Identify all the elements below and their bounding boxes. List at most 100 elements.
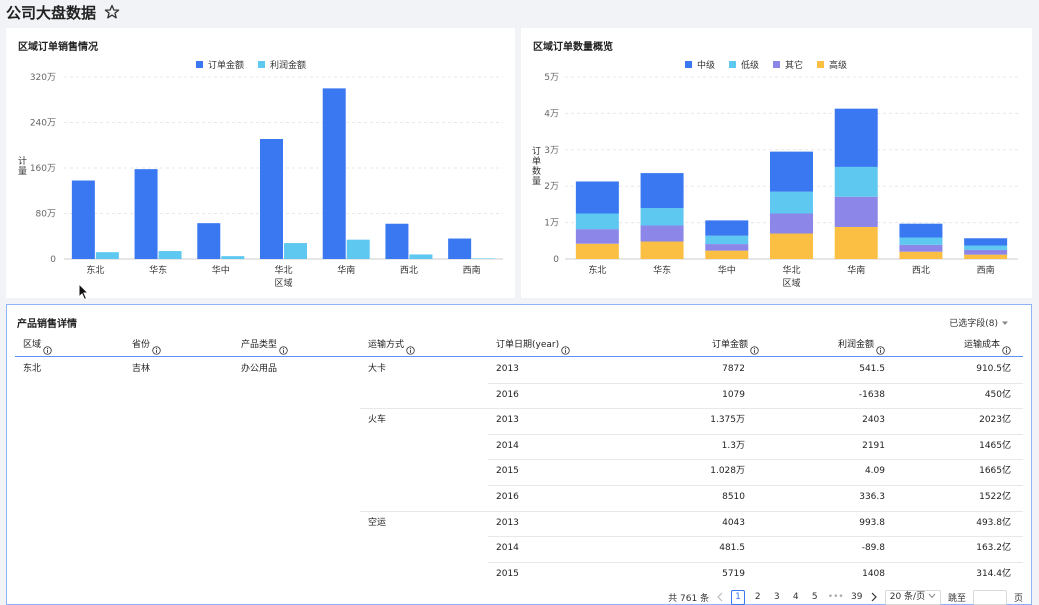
bar-segment-low[interactable] — [575, 213, 619, 230]
row-divider — [488, 485, 1023, 486]
jump-page-input[interactable] — [972, 589, 1007, 605]
bar-segment-high[interactable] — [899, 251, 943, 259]
bar-profit-amount[interactable] — [221, 256, 245, 259]
column-header-label: 产品类型 — [241, 340, 278, 350]
bar-segment-high[interactable] — [705, 250, 749, 259]
bar-segment-mid[interactable] — [575, 181, 619, 214]
prev-page-icon[interactable] — [716, 592, 724, 602]
bar-segment-other[interactable] — [770, 213, 813, 234]
bar-segment-high[interactable] — [640, 241, 684, 259]
column-header[interactable]: 利润金额 — [838, 333, 885, 357]
column-header-label: 订单日期(year) — [496, 340, 560, 350]
bar-segment-mid[interactable] — [770, 151, 813, 192]
order-count-chart-card: 区域订单数量概览 中级 低级 其它 高级 0 1万 2万 3万 4万 5万 订单数量 东北 华东… — [521, 28, 1032, 298]
y-tick-label: 1万 — [544, 219, 559, 229]
page-ellipsis[interactable]: ••• — [828, 592, 844, 602]
column-header[interactable]: 运输成本 — [964, 333, 1011, 357]
bar-segment-other[interactable] — [899, 244, 943, 252]
info-icon[interactable] — [279, 341, 288, 355]
y-tick-label: 80万 — [36, 210, 56, 220]
page-1[interactable]: 1 — [731, 589, 745, 605]
bar-segment-high[interactable] — [964, 254, 1008, 259]
bar-order-amount[interactable] — [385, 223, 409, 259]
bar-profit-amount[interactable] — [158, 251, 182, 259]
column-header[interactable]: 订单日期(year) — [496, 333, 570, 357]
field-select-dropdown[interactable]: 已选字段(8) — [949, 316, 1009, 329]
bar-segment-mid[interactable] — [640, 173, 684, 209]
page-last[interactable]: 39 — [851, 592, 863, 602]
cell-order-amount: 1.3万 — [721, 440, 745, 451]
bar-segment-low[interactable] — [640, 208, 684, 226]
bar-segment-other[interactable] — [575, 229, 619, 244]
bar-profit-amount[interactable] — [95, 252, 119, 259]
column-header[interactable]: 产品类型 — [241, 333, 288, 357]
cell-order-amount: 1.028万 — [710, 466, 745, 477]
bar-segment-low[interactable] — [705, 235, 749, 245]
page-2[interactable]: 2 — [752, 592, 764, 602]
y-tick-label: 0 — [553, 255, 559, 265]
bar-segment-mid[interactable] — [834, 108, 878, 167]
page-5[interactable]: 5 — [809, 592, 821, 602]
bar-profit-amount[interactable] — [409, 254, 433, 259]
star-icon[interactable] — [104, 4, 120, 20]
bar-segment-other[interactable] — [964, 249, 1008, 255]
column-header[interactable]: 省份 — [132, 333, 161, 357]
bar-profit-amount[interactable] — [284, 243, 307, 259]
cell-ship-mode: 火车 — [368, 415, 387, 426]
cell-profit-amount: 993.8 — [859, 517, 885, 528]
info-icon[interactable] — [561, 341, 570, 355]
column-header[interactable]: 订单金额 — [712, 333, 759, 357]
bar-segment-other[interactable] — [834, 196, 878, 227]
cell-province: 吉林 — [132, 364, 151, 374]
bar-segment-low[interactable] — [964, 245, 1008, 250]
bar-order-amount[interactable] — [260, 138, 283, 259]
bar-segment-other[interactable] — [705, 244, 749, 251]
column-header[interactable]: 区域 — [23, 333, 52, 357]
bar-order-amount[interactable] — [448, 238, 472, 259]
cell-year: 2013 — [496, 415, 519, 426]
x-axis-label: 区域 — [782, 277, 800, 289]
cell-year: 2015 — [496, 568, 519, 579]
order-count-stacked-bar-chart: 0 1万 2万 3万 4万 5万订单数量东北 华东 华中 华北 华南 西北 西南区域 — [532, 73, 1018, 289]
cell-profit-amount: 541.5 — [859, 364, 885, 374]
bar-segment-mid[interactable] — [705, 220, 749, 236]
bar-order-amount[interactable] — [71, 180, 95, 259]
bar-segment-low[interactable] — [899, 237, 943, 245]
bar-segment-high[interactable] — [575, 243, 619, 259]
y-tick-label: 5万 — [544, 73, 559, 83]
column-header[interactable]: 运输方式 — [368, 333, 415, 357]
bar-segment-mid[interactable] — [964, 238, 1008, 246]
bar-segment-other[interactable] — [640, 225, 684, 242]
bar-segment-high[interactable] — [770, 233, 813, 259]
y-tick-label: 4万 — [544, 109, 559, 119]
page-3[interactable]: 3 — [771, 592, 783, 602]
cell-shipping-cost: 1522亿 — [979, 492, 1011, 502]
cell-profit-amount: 1408 — [862, 568, 885, 579]
bar-profit-amount[interactable] — [346, 239, 370, 259]
info-icon[interactable] — [750, 341, 759, 355]
bar-segment-low[interactable] — [770, 191, 813, 214]
info-icon[interactable] — [43, 341, 52, 355]
next-page-icon[interactable] — [870, 592, 878, 602]
y-tick-label: 320万 — [30, 73, 56, 83]
bar-segment-high[interactable] — [834, 226, 878, 259]
bar-segment-mid[interactable] — [899, 223, 943, 238]
column-header-label: 区域 — [23, 340, 42, 350]
y-tick-label: 3万 — [544, 146, 559, 156]
info-icon[interactable] — [406, 341, 415, 355]
bar-order-amount[interactable] — [134, 169, 158, 259]
group-divider — [360, 510, 1023, 512]
bar-segment-low[interactable] — [834, 166, 878, 197]
cell-order-amount: 481.5 — [719, 543, 745, 554]
info-icon[interactable] — [876, 341, 885, 355]
page-size-select[interactable]: 20 条/页 — [884, 589, 941, 605]
x-tick-label: 华中 — [718, 264, 736, 276]
row-divider — [488, 536, 1023, 538]
page-4[interactable]: 4 — [790, 592, 802, 602]
cell-order-amount: 7872 — [722, 364, 745, 374]
info-icon[interactable] — [152, 341, 161, 355]
bar-order-amount[interactable] — [197, 223, 221, 259]
bar-order-amount[interactable] — [322, 88, 346, 259]
bar-profit-amount[interactable] — [472, 258, 496, 259]
info-icon[interactable] — [1002, 341, 1011, 355]
